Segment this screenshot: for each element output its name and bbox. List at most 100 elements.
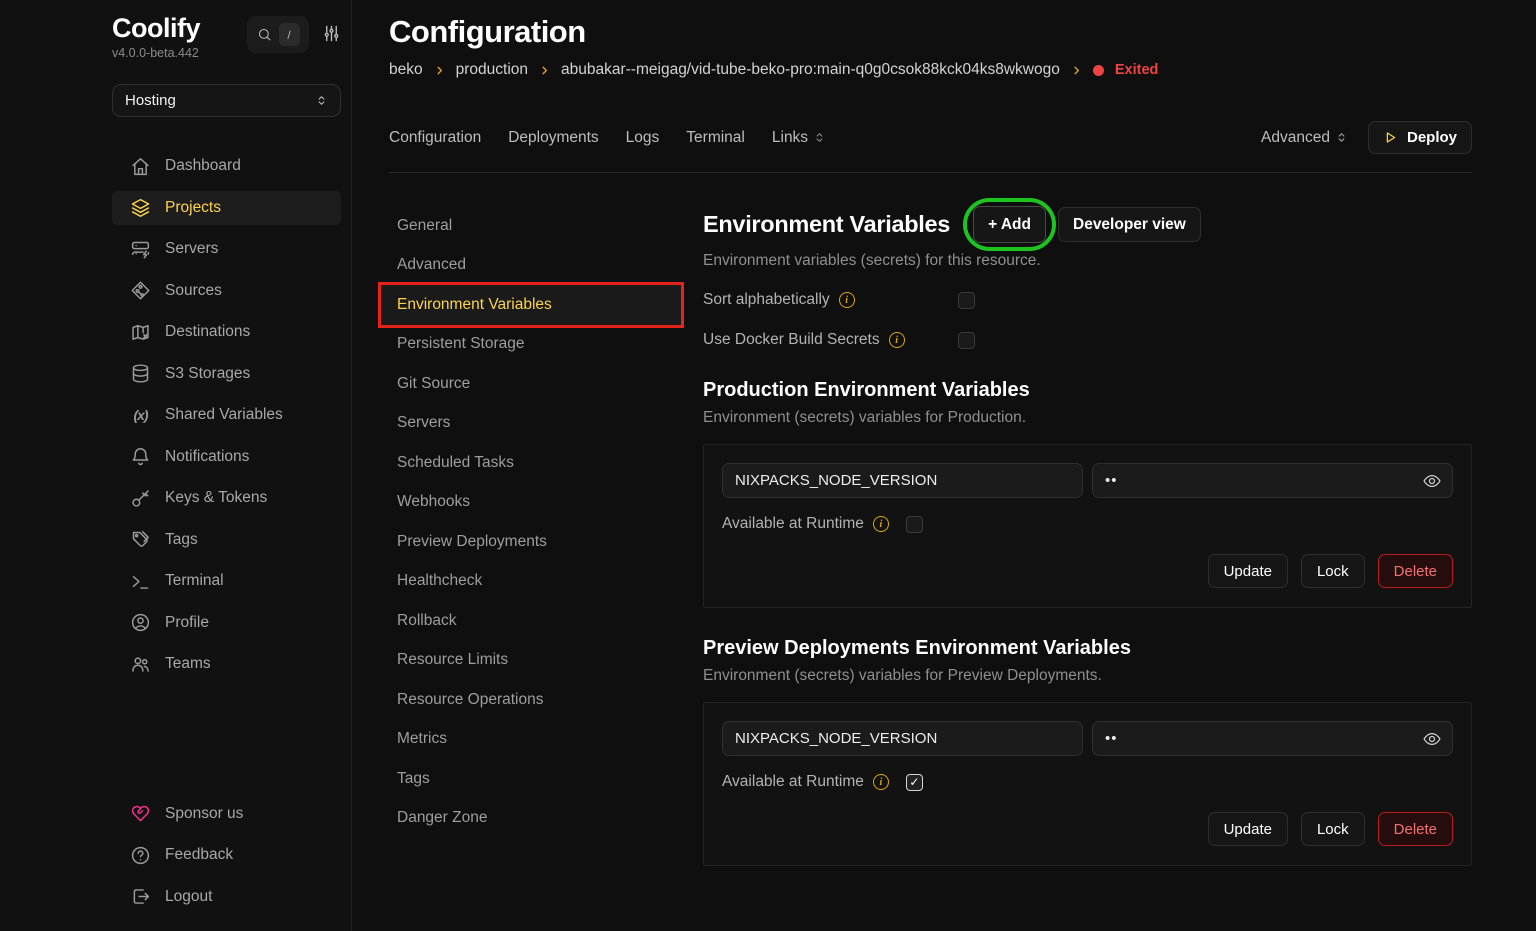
add-button[interactable]: + Add [973,206,1046,243]
lock-button[interactable]: Lock [1301,812,1365,846]
developer-view-button[interactable]: Developer view [1058,207,1201,242]
subnav-item-preview-deployments[interactable]: Preview Deployments [381,522,681,562]
eye-icon[interactable] [1422,471,1442,491]
breadcrumb-item[interactable]: abubakar--meigag/vid-tube-beko-pro:main-… [561,61,1060,79]
sliders-icon [322,24,341,43]
delete-button[interactable]: Delete [1378,812,1453,846]
subnav-item-label: Rollback [397,612,456,630]
home-icon [130,156,151,177]
subnav-item-label: Resource Limits [397,651,508,669]
subnav-item-metrics[interactable]: Metrics [381,720,681,760]
breadcrumb-item[interactable]: production [456,61,528,79]
subnav-item-advanced[interactable]: Advanced [381,246,681,286]
sidebar-item-shared-variables[interactable]: (x) Shared Variables [112,398,341,432]
chevron-up-down-icon [1335,131,1348,144]
subnav-item-environment-variables[interactable]: Environment Variables [381,285,681,325]
sidebar-item-profile[interactable]: Profile [112,606,341,640]
sidebar-item-teams[interactable]: Teams [112,647,341,681]
delete-button[interactable]: Delete [1378,554,1453,588]
subnav-item-label: Healthcheck [397,572,482,590]
section-title: Environment Variables [703,211,950,238]
settings-sliders-button[interactable] [322,24,341,43]
tab-terminal[interactable]: Terminal [686,129,745,147]
sidebar-header: Coolify v4.0.0-beta.442 / [112,0,341,60]
subnav-item-label: Servers [397,414,450,432]
tag-icon [130,529,151,550]
env-key-input[interactable] [722,463,1083,498]
subnav-item-label: Tags [397,770,430,788]
tab-deployments[interactable]: Deployments [508,129,598,147]
heart-icon [130,803,151,824]
subnav-item-label: Persistent Storage [397,335,525,353]
deploy-button[interactable]: Deploy [1368,121,1472,154]
search-button[interactable]: / [247,16,309,53]
subnav-item-git-source[interactable]: Git Source [381,364,681,404]
logout-icon [130,886,151,907]
subnav-item-label: Metrics [397,730,447,748]
sidebar-item-feedback[interactable]: Feedback [112,838,341,872]
sidebar-item-sponsor-us[interactable]: Sponsor us [112,797,341,831]
sort-alphabetically-checkbox[interactable] [958,292,975,309]
sidebar-item-tags[interactable]: Tags [112,523,341,557]
sidebar-item-logout[interactable]: Logout [112,880,341,914]
subnav-item-label: Webhooks [397,493,470,511]
subnav-item-resource-limits[interactable]: Resource Limits [381,641,681,681]
toggle-row: Use Docker Build Secrets [703,330,1472,350]
docker-build-secrets-checkbox[interactable] [958,332,975,349]
subnav-item-tags[interactable]: Tags [381,759,681,799]
toggle-label: Sort alphabetically [703,291,830,309]
sidebar-item-notifications[interactable]: Notifications [112,440,341,474]
subnav-item-general[interactable]: General [381,206,681,246]
env-value-input[interactable] [1092,463,1453,498]
available-at-runtime-checkbox[interactable] [906,516,923,533]
subnav-item-webhooks[interactable]: Webhooks [381,483,681,523]
env-key-input[interactable] [722,721,1083,756]
breadcrumb-item[interactable]: beko [389,61,423,79]
tab-configuration[interactable]: Configuration [389,129,481,147]
app-logo: Coolify [112,13,200,44]
env-value-input[interactable] [1092,721,1453,756]
subnav-item-persistent-storage[interactable]: Persistent Storage [381,325,681,365]
available-at-runtime-checkbox[interactable] [906,774,923,791]
team-selector[interactable]: Hosting [112,84,341,117]
subnav-item-label: Scheduled Tasks [397,454,514,472]
advanced-menu[interactable]: Advanced [1261,129,1348,147]
sidebar-item-label: Sponsor us [165,805,243,823]
sidebar-item-label: Notifications [165,448,249,466]
subnav-item-servers[interactable]: Servers [381,404,681,444]
update-button[interactable]: Update [1208,812,1288,846]
tab-logs[interactable]: Logs [626,129,660,147]
subnav-item-label: General [397,217,452,235]
chevron-up-down-icon [813,131,826,144]
sidebar-item-servers[interactable]: Servers [112,232,341,266]
sidebar-item-keys-tokens[interactable]: Keys & Tokens [112,481,341,515]
sidebar-item-label: Teams [165,655,211,673]
subnav-item-label: Danger Zone [397,809,487,827]
database-icon [130,363,151,384]
team-selector-value: Hosting [125,92,176,109]
sidebar-item-label: S3 Storages [165,365,250,383]
subnav-item-danger-zone[interactable]: Danger Zone [381,799,681,839]
sidebar-item-terminal[interactable]: Terminal [112,564,341,598]
update-button[interactable]: Update [1208,554,1288,588]
info-icon [889,332,905,348]
lock-button[interactable]: Lock [1301,554,1365,588]
subnav-item-scheduled-tasks[interactable]: Scheduled Tasks [381,443,681,483]
env-variable-card: Available at Runtime Update Lock Delete [703,444,1472,608]
env-section-subtitle: Environment (secrets) variables for Prod… [703,409,1472,427]
tab-links[interactable]: Links [772,129,826,147]
subnav-item-rollback[interactable]: Rollback [381,601,681,641]
subnav-item-label: Git Source [397,375,470,393]
sidebar-item-destinations[interactable]: Destinations [112,315,341,349]
sidebar-item-dashboard[interactable]: Dashboard [112,149,341,183]
key-icon [130,488,151,509]
subnav-item-resource-operations[interactable]: Resource Operations [381,680,681,720]
sidebar-item-s3-storages[interactable]: S3 Storages [112,357,341,391]
sidebar-item-sources[interactable]: Sources [112,274,341,308]
chevron-right-icon [539,65,550,76]
eye-icon[interactable] [1422,729,1442,749]
sidebar-item-label: Terminal [165,572,224,590]
sidebar-item-projects[interactable]: Projects [112,191,341,225]
env-section-title: Preview Deployments Environment Variable… [703,637,1472,660]
subnav-item-healthcheck[interactable]: Healthcheck [381,562,681,602]
